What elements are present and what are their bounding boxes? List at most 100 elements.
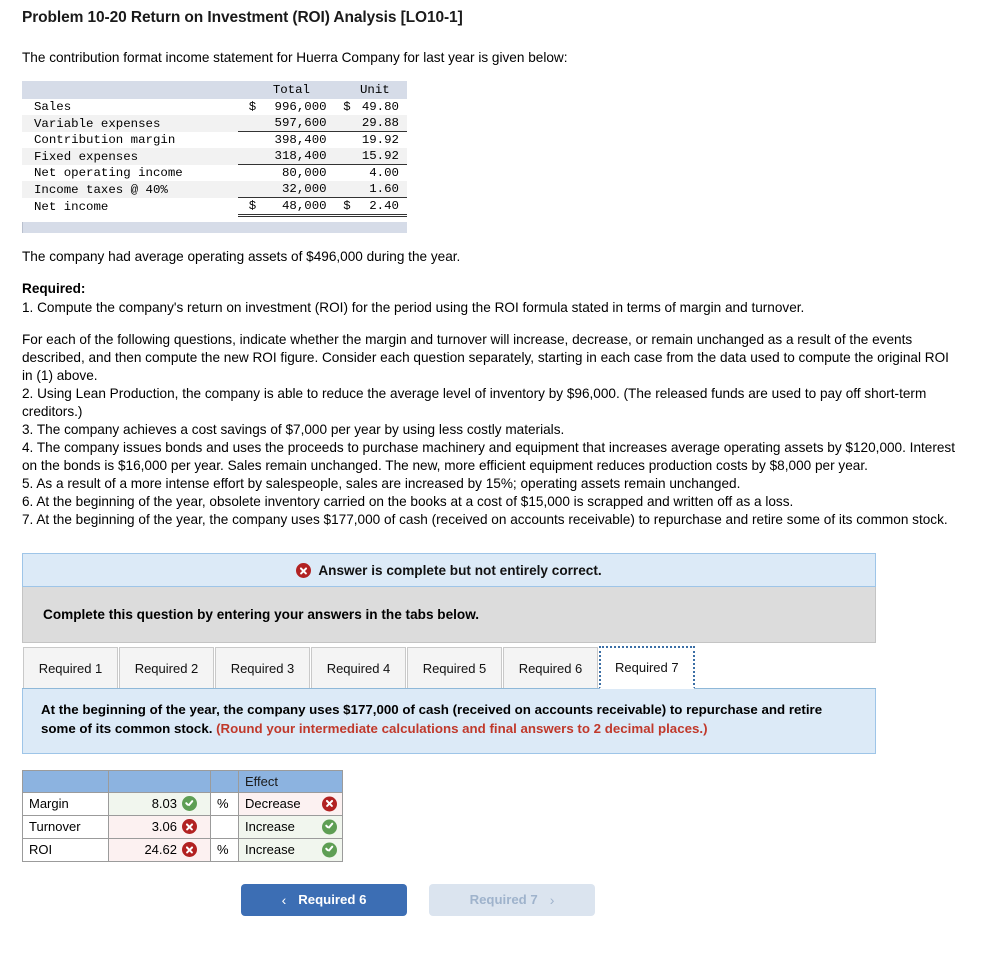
roi-effect-value: Increase [245, 842, 295, 858]
statement-header-row: Total Unit [22, 81, 407, 100]
row-unit-currency [334, 164, 351, 182]
prev-requirement-button[interactable]: ‹ Required 6 [241, 883, 407, 916]
navigation-row: ‹ Required 6 Required 7 › [0, 862, 876, 934]
statement-row: Income taxes @ 40% 32,000 1.60 [22, 181, 407, 198]
answer-header-effect: Effect [238, 769, 343, 793]
margin-value-cell[interactable]: 8.03 [108, 791, 211, 816]
row-unit-currency [334, 131, 351, 149]
row-unit: 4.00 [350, 164, 407, 182]
problem-page: Problem 10-20 Return on Investment (ROI)… [0, 0, 982, 976]
answer-header-blank-2 [108, 769, 211, 793]
row-label: Fixed expenses [22, 148, 239, 165]
answer-table-head: Effect [22, 769, 343, 793]
row-unit-currency: $ [334, 197, 351, 218]
requirement-prompt: At the beginning of the year, the compan… [22, 689, 876, 754]
tab-required-7[interactable]: Required 7 [599, 646, 695, 690]
answer-header-blank-1 [22, 769, 109, 793]
chevron-left-icon: ‹ [281, 891, 287, 908]
row-unit: 15.92 [350, 148, 407, 165]
status-banner: Answer is complete but not entirely corr… [22, 553, 876, 588]
row-label: Net operating income [34, 166, 183, 181]
row-label: Variable expenses [22, 115, 239, 132]
statement-header-total: Total [256, 81, 335, 100]
required-lead-in: For each of the following questions, ind… [22, 331, 949, 383]
row-total-currency [238, 164, 257, 182]
row-total: 318,400 [256, 148, 335, 165]
prev-requirement-label: Required 6 [298, 892, 367, 908]
row-total: 996,000 [274, 100, 327, 115]
problem-body: The company had average operating assets… [0, 248, 982, 529]
tab-required-4[interactable]: Required 4 [311, 647, 406, 689]
row-unit-currency [334, 115, 351, 132]
row-unit-currency [334, 148, 351, 165]
statement-row: Contribution margin 398,400 19.92 [22, 131, 407, 149]
row-label-turnover: Turnover [22, 814, 109, 839]
chevron-right-icon: › [549, 891, 555, 908]
row-unit: 19.92 [350, 131, 407, 149]
row-unit: 1.60 [350, 181, 407, 198]
row-unit: 49.80 [361, 100, 399, 115]
required-heading: Required: [22, 281, 86, 297]
row-total-currency [238, 131, 257, 149]
row-label-roi: ROI [22, 837, 109, 862]
x-circle-icon [322, 796, 337, 812]
row-total: 597,600 [256, 115, 335, 132]
table-row: Margin 8.03 % Decrease [22, 791, 343, 816]
answer-table: Effect Margin 8.03 % Decrease Turnover 3… [22, 769, 343, 862]
row-total-currency [238, 148, 257, 165]
statement-row: Sales $ 996,000 $ 49.80 [22, 99, 407, 115]
roi-value-cell[interactable]: 24.62 [108, 837, 211, 862]
margin-value: 8.03 [151, 796, 177, 812]
statement-footer-bar [22, 222, 407, 234]
turnover-value-cell[interactable]: 3.06 [108, 814, 211, 839]
answer-header-blank-3 [210, 769, 239, 793]
next-requirement-label: Required 7 [469, 892, 538, 908]
margin-effect-cell[interactable]: Decrease [238, 791, 343, 816]
row-unit: 29.88 [350, 115, 407, 132]
roi-unit: % [210, 837, 239, 862]
required-item-5: 5. As a result of a more intense effort … [22, 476, 741, 492]
intro-text: The contribution format income statement… [22, 50, 568, 65]
answer-table-wrapper: Effect Margin 8.03 % Decrease Turnover 3… [22, 754, 876, 862]
row-label: Net income [34, 199, 109, 214]
row-total-currency [238, 181, 257, 198]
instruction-bar-text: Complete this question by entering your … [43, 607, 480, 623]
row-label-margin: Margin [22, 791, 109, 816]
row-total: 80,000 [256, 164, 335, 182]
turnover-effect-cell[interactable]: Increase [238, 814, 343, 839]
row-unit: 2.40 [350, 197, 407, 218]
required-item-3: 3. The company achieves a cost savings o… [22, 421, 565, 437]
requirement-tabs: Required 1 Required 2 Required 3 Require… [22, 643, 876, 690]
tab-required-2[interactable]: Required 2 [119, 647, 214, 689]
next-requirement-button[interactable]: Required 7 › [429, 883, 595, 916]
check-circle-icon [322, 842, 337, 858]
statement-row: Variable expenses 597,600 29.88 [22, 115, 407, 132]
tab-required-6[interactable]: Required 6 [503, 647, 598, 689]
row-label: Sales [34, 100, 72, 115]
margin-value-inner: 8.03 [151, 796, 204, 812]
check-circle-icon [182, 796, 197, 812]
row-total: 32,000 [256, 181, 335, 198]
roi-value: 24.62 [144, 842, 177, 858]
assets-note: The company had average operating assets… [22, 249, 461, 265]
margin-effect-value: Decrease [245, 796, 301, 812]
statement-header-total-cur [238, 81, 257, 100]
row-total: 398,400 [256, 131, 335, 149]
statement-row: Fixed expenses 318,400 15.92 [22, 148, 407, 165]
page-title: Problem 10-20 Return on Investment (ROI)… [22, 9, 463, 26]
required-item-1: 1. Compute the company's return on inves… [22, 299, 805, 315]
tab-required-3[interactable]: Required 3 [215, 647, 310, 689]
turnover-effect-value: Increase [245, 819, 295, 835]
tab-required-5[interactable]: Required 5 [407, 647, 502, 689]
row-label: Income taxes @ 40% [22, 181, 239, 198]
x-circle-icon [296, 562, 312, 578]
row-total-currency [238, 115, 257, 132]
rounding-note: (Round your intermediate calculations an… [216, 721, 708, 737]
roi-effect-cell[interactable]: Increase [238, 837, 343, 862]
tab-required-1[interactable]: Required 1 [23, 647, 118, 689]
answer-header-row: Effect [22, 769, 343, 793]
turnover-value-inner: 3.06 [152, 819, 204, 835]
statement-row: Net operating income 80,000 4.00 [22, 164, 407, 182]
